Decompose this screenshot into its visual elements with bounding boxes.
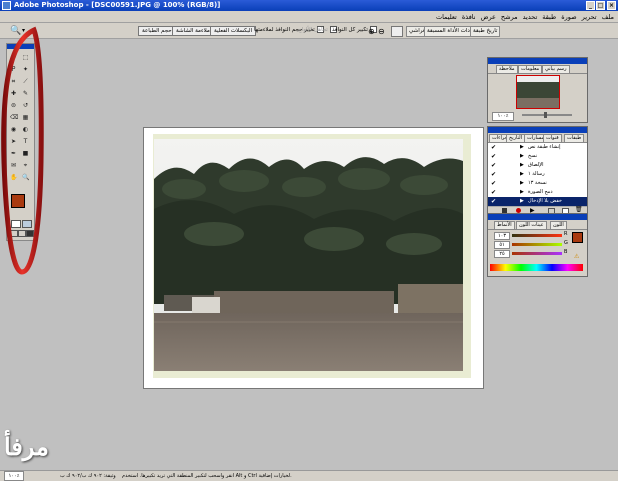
menu-window[interactable]: نافذة bbox=[462, 13, 476, 21]
document-photo[interactable] bbox=[154, 139, 463, 371]
color-ramp[interactable] bbox=[490, 264, 583, 271]
b-value-field[interactable]: ٢٥ bbox=[494, 250, 510, 258]
color-panel-swatch[interactable] bbox=[572, 232, 583, 243]
tab-channels[interactable]: قنوات bbox=[543, 134, 562, 143]
gamut-warning-icon: ⚠ bbox=[574, 253, 580, 260]
print-size-button[interactable]: حجم الطباعة bbox=[138, 26, 176, 36]
navigator-thumbnail[interactable] bbox=[516, 75, 560, 109]
status-bar: ١٠٠٪ وثيقة: ٩٠٢ ك ب/٩٠٢ ك ب انقر واسحب ل… bbox=[0, 470, 618, 481]
r-value-field[interactable]: ١٠٣ bbox=[494, 232, 510, 240]
tab-layer-comps[interactable]: تاريخ طبقة bbox=[470, 26, 501, 37]
fit-screen-button[interactable]: ملاءمة الشاشة bbox=[172, 26, 214, 36]
expand-triangle-icon[interactable]: ▶ bbox=[520, 179, 524, 188]
watermark-logo: مرفأ bbox=[4, 432, 49, 461]
check-icon[interactable]: ✔ bbox=[491, 163, 497, 169]
actual-pixels-button[interactable]: البكسلات الفعلية bbox=[210, 26, 257, 36]
highlight-loop bbox=[1, 26, 44, 275]
window-title: Adobe Photoshop - [DSC00591.JPG @ 100% (… bbox=[14, 1, 221, 9]
close-button[interactable]: × bbox=[607, 1, 616, 10]
g-value-field[interactable]: ٥١ bbox=[494, 241, 510, 249]
history-row[interactable]: ✔ ▶ خفض بلا الإدخال bbox=[488, 197, 587, 207]
menu-edit[interactable]: تحرير bbox=[582, 13, 597, 21]
expand-triangle-icon[interactable]: ▶ bbox=[520, 161, 524, 170]
history-row-label: إنشاء طبقة نص bbox=[528, 144, 561, 150]
tab-styles[interactable]: الأنماط bbox=[494, 221, 515, 230]
history-tabs: الإجراءات التاريخ مسارات قنوات طبقات bbox=[488, 133, 587, 143]
navigator-tabs: ملاحظة معلومات رسم بياني bbox=[488, 64, 587, 74]
b-label: B bbox=[564, 249, 568, 255]
tab-history[interactable]: التاريخ bbox=[506, 134, 525, 143]
minimize-button[interactable]: _ bbox=[586, 1, 595, 10]
maximize-button[interactable]: □ bbox=[596, 1, 605, 10]
check-icon[interactable]: ✔ bbox=[491, 154, 497, 160]
navigator-zoom-handle[interactable] bbox=[544, 112, 547, 118]
navigator-zoom-slider[interactable] bbox=[522, 114, 572, 116]
tab-layers[interactable]: طبقات bbox=[564, 134, 585, 143]
history-panel: الإجراءات التاريخ مسارات قنوات طبقات ✔ ▶ إ… bbox=[487, 126, 588, 216]
menu-help[interactable]: تعليمات bbox=[436, 13, 457, 21]
navigator-zoom-field[interactable]: ١٠٠٪ bbox=[492, 112, 514, 121]
menu-image[interactable]: صورة bbox=[561, 13, 576, 21]
photoshop-app-icon bbox=[2, 1, 11, 10]
tab-navigator[interactable]: ملاحظة bbox=[496, 65, 518, 74]
expand-triangle-icon[interactable]: ▶ bbox=[520, 188, 524, 197]
check-icon[interactable]: ✔ bbox=[491, 145, 497, 151]
history-row-label: نسخ bbox=[528, 153, 538, 159]
menu-select[interactable]: تحديد bbox=[523, 13, 538, 21]
r-label: R bbox=[564, 231, 568, 237]
expand-triangle-icon[interactable]: ▶ bbox=[520, 152, 524, 161]
check-icon[interactable]: ✔ bbox=[491, 181, 497, 187]
color-panel: الأنماط عينات اللون اللون ١٠٣ ٥١ ٢٥ R G … bbox=[487, 213, 588, 277]
history-row-label: نسخة ١٣ bbox=[528, 180, 547, 186]
color-tabs: الأنماط عينات اللون اللون bbox=[488, 220, 587, 230]
options-bar: 🔍 ▾ حجم الطباعة ملاءمة الشاشة البكسلات ا… bbox=[0, 23, 618, 39]
menu-file[interactable]: ملف bbox=[602, 13, 614, 21]
palette-well-icon[interactable] bbox=[391, 26, 403, 37]
tab-color[interactable]: اللون bbox=[550, 221, 567, 230]
palm-oasis-photo bbox=[154, 139, 463, 371]
navigator-panel: ملاحظة معلومات رسم بياني ١٠٠٪ bbox=[487, 57, 588, 123]
check-icon[interactable]: ✔ bbox=[491, 199, 497, 205]
check-icon[interactable]: ✔ bbox=[491, 172, 497, 178]
tab-info[interactable]: معلومات bbox=[518, 65, 543, 74]
menu-bar: ملف تحرير صورة طبقة تحديد مرشح عرض نافذة… bbox=[0, 11, 618, 23]
history-row-label: الإلصاق bbox=[528, 162, 544, 168]
g-label: G bbox=[564, 240, 568, 246]
tab-histogram[interactable]: رسم بياني bbox=[542, 65, 570, 74]
r-slider[interactable] bbox=[512, 234, 562, 237]
history-row-label: دمج الصورة bbox=[528, 189, 553, 195]
check-icon[interactable]: ✔ bbox=[491, 190, 497, 196]
history-row-label: رسالة ١ bbox=[528, 171, 545, 177]
menu-view[interactable]: عرض bbox=[481, 13, 496, 21]
tab-swatches[interactable]: عينات اللون bbox=[516, 221, 547, 230]
history-row-label: خفض بلا الإدخال bbox=[528, 198, 563, 204]
expand-triangle-icon[interactable]: ▶ bbox=[520, 170, 524, 179]
title-bar: Adobe Photoshop - [DSC00591.JPG @ 100% (… bbox=[0, 0, 618, 11]
zoom-in-icon[interactable]: ⊕ bbox=[368, 27, 375, 36]
expand-triangle-icon[interactable]: ▶ bbox=[520, 143, 524, 152]
menu-layer[interactable]: طبقة bbox=[542, 13, 556, 21]
g-slider[interactable] bbox=[512, 243, 562, 246]
expand-triangle-icon[interactable]: ▶ bbox=[520, 197, 524, 206]
b-slider[interactable] bbox=[512, 252, 562, 255]
menu-filter[interactable]: مرشح bbox=[501, 13, 518, 21]
zoom-out-icon[interactable]: ⊖ bbox=[378, 27, 385, 36]
